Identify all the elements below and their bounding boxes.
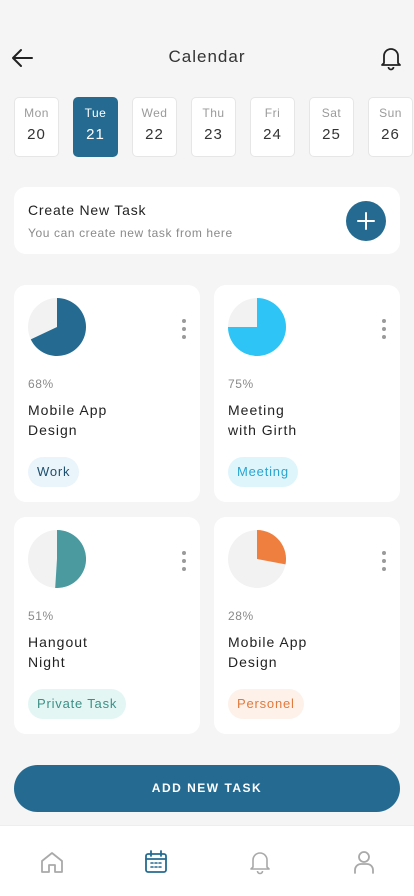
task-name-line: with Girth bbox=[228, 422, 298, 438]
day-sun[interactable]: Sun 26 bbox=[368, 97, 413, 157]
task-card[interactable]: 51% Hangout Night Private Task bbox=[14, 517, 200, 734]
task-name-line: Mobile App bbox=[228, 634, 308, 650]
task-tag[interactable]: Work bbox=[28, 457, 80, 487]
day-name: Wed bbox=[141, 106, 168, 120]
day-wed[interactable]: Wed 22 bbox=[132, 97, 177, 157]
day-fri[interactable]: Fri 24 bbox=[250, 97, 295, 157]
user-icon[interactable] bbox=[350, 848, 378, 876]
more-vertical-icon[interactable] bbox=[379, 550, 389, 572]
day-name: Fri bbox=[264, 106, 281, 120]
task-tag[interactable]: Private Task bbox=[28, 689, 127, 719]
day-tue[interactable]: Tue 21 bbox=[73, 97, 118, 157]
day-sat[interactable]: Sat 25 bbox=[309, 97, 354, 157]
day-date: 21 bbox=[86, 126, 105, 143]
day-date: 23 bbox=[204, 126, 223, 143]
progress-pie bbox=[228, 298, 286, 356]
progress-slice bbox=[55, 530, 86, 588]
task-card[interactable]: 75% Meeting with Girth Meeting bbox=[214, 285, 400, 502]
plus-icon bbox=[357, 212, 375, 230]
progress-pie bbox=[28, 530, 86, 588]
task-name-line: Meeting bbox=[228, 402, 285, 418]
create-task-card[interactable]: Create New Task You can create new task … bbox=[14, 187, 400, 254]
task-name-line: Design bbox=[228, 654, 278, 670]
day-selector: Mon 20 Tue 21 Wed 22 Thu 23 Fri 24 Sat 2… bbox=[14, 97, 414, 157]
more-vertical-icon[interactable] bbox=[179, 318, 189, 340]
task-card[interactable]: 68% Mobile App Design Work bbox=[14, 285, 200, 502]
day-date: 22 bbox=[145, 126, 164, 143]
task-name-line: Design bbox=[28, 422, 78, 438]
task-progress-label: 28% bbox=[228, 609, 254, 623]
day-date: 26 bbox=[381, 126, 400, 143]
bell-icon[interactable] bbox=[246, 848, 274, 876]
bell-icon[interactable] bbox=[378, 45, 404, 71]
task-name-line: Night bbox=[28, 654, 66, 670]
create-task-title: Create New Task bbox=[28, 202, 147, 218]
task-tag[interactable]: Personel bbox=[228, 689, 304, 719]
page-title: Calendar bbox=[168, 47, 246, 66]
add-task-button[interactable] bbox=[346, 201, 386, 241]
more-vertical-icon[interactable] bbox=[379, 318, 389, 340]
day-name: Thu bbox=[202, 106, 225, 120]
progress-pie bbox=[228, 530, 286, 588]
create-task-subtitle: You can create new task from here bbox=[28, 226, 233, 240]
day-date: 25 bbox=[322, 126, 341, 143]
day-mon[interactable]: Mon 20 bbox=[14, 97, 59, 157]
task-progress-label: 51% bbox=[28, 609, 54, 623]
task-progress-label: 75% bbox=[228, 377, 254, 391]
task-name-line: Mobile App bbox=[28, 402, 108, 418]
task-card[interactable]: 28% Mobile App Design Personel bbox=[214, 517, 400, 734]
day-name: Tue bbox=[84, 106, 107, 120]
day-name: Sat bbox=[321, 106, 342, 120]
task-name: Mobile App Design bbox=[28, 400, 178, 440]
task-name: Meeting with Girth bbox=[228, 400, 378, 440]
task-name: Mobile App Design bbox=[228, 632, 378, 672]
task-name: Hangout Night bbox=[28, 632, 178, 672]
task-name-line: Hangout bbox=[28, 634, 88, 650]
progress-pie bbox=[28, 298, 86, 356]
task-tag[interactable]: Meeting bbox=[228, 457, 298, 487]
calendar-icon[interactable] bbox=[142, 848, 170, 876]
task-progress-label: 68% bbox=[28, 377, 54, 391]
day-date: 24 bbox=[263, 126, 282, 143]
add-new-task-button[interactable]: ADD NEW TASK bbox=[14, 765, 400, 812]
home-icon[interactable] bbox=[38, 848, 66, 876]
day-thu[interactable]: Thu 23 bbox=[191, 97, 236, 157]
day-name: Sun bbox=[379, 106, 402, 120]
app-header: Calendar bbox=[0, 0, 414, 90]
day-date: 20 bbox=[27, 126, 46, 143]
day-name: Mon bbox=[24, 106, 49, 120]
more-vertical-icon[interactable] bbox=[179, 550, 189, 572]
bottom-nav bbox=[0, 825, 414, 896]
progress-slice bbox=[257, 530, 286, 565]
